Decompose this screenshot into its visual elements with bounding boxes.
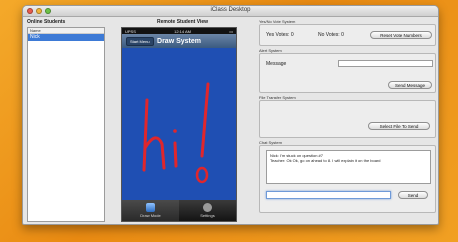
student-row[interactable]: Nick <box>28 34 104 41</box>
reset-vote-numbers-button[interactable]: Reset Vote Numbers <box>370 31 432 39</box>
gear-icon <box>203 203 212 212</box>
select-file-button[interactable]: Select File To Send <box>368 122 430 130</box>
draw-icon <box>146 203 155 212</box>
remote-phone-screen: UPSS 12:14 AM ▭ Start Menu Draw System D… <box>121 27 237 222</box>
message-input[interactable] <box>338 60 433 67</box>
chat-transcript[interactable]: Nick: I'm stuck on question #7 Teacher: … <box>266 150 431 184</box>
draw-mode-label: Draw Mode <box>140 213 161 218</box>
yes-votes-count: Yes Votes: 0 <box>266 32 294 38</box>
drawing-canvas[interactable] <box>122 48 236 200</box>
phone-tab-bar: Draw Mode Settings <box>122 200 236 221</box>
chat-send-button[interactable]: Send <box>398 191 428 199</box>
chat-input[interactable] <box>266 191 391 199</box>
vote-system-group: Yes Votes: 0 No Votes: 0 Reset Vote Numb… <box>259 24 436 46</box>
online-students-panel: Online Students Name Nick <box>27 19 105 222</box>
clock-text: 12:14 AM <box>174 28 192 34</box>
phone-nav-bar: Start Menu Draw System <box>122 34 236 48</box>
tab-settings[interactable]: Settings <box>179 200 236 221</box>
alert-system-group: Message Send Message <box>259 53 436 93</box>
tab-draw-mode[interactable]: Draw Mode <box>122 200 179 221</box>
remote-student-view-label: Remote Student View <box>156 19 209 25</box>
settings-label: Settings <box>200 213 215 218</box>
drawing-ink <box>142 82 210 184</box>
battery-icon: ▭ <box>229 28 233 34</box>
message-label: Message <box>266 61 287 67</box>
chat-system-group: Nick: I'm stuck on question #7 Teacher: … <box>259 145 436 213</box>
controls-panel: Yes/No Vote System Yes Votes: 0 No Votes… <box>259 19 436 222</box>
window-title: iClass Desktop <box>210 7 251 13</box>
no-votes-count: No Votes: 0 <box>318 32 344 38</box>
draw-system-title: Draw System <box>157 37 201 45</box>
send-message-button[interactable]: Send Message <box>388 81 432 89</box>
carrier-text: UPSS <box>125 28 136 34</box>
remote-student-view-panel: Remote Student View UPSS 12:14 AM ▭ Star… <box>111 19 254 222</box>
students-list[interactable]: Name Nick <box>27 27 105 222</box>
title-bar: iClass Desktop <box>23 6 438 17</box>
chat-message: Teacher: Ok Ok, go on ahead to 8. I will… <box>270 158 381 163</box>
file-transfer-group: Select File To Send <box>259 100 436 138</box>
app-window: iClass Desktop Online Students Name Nick… <box>22 5 439 225</box>
online-students-label: Online Students <box>27 19 66 25</box>
